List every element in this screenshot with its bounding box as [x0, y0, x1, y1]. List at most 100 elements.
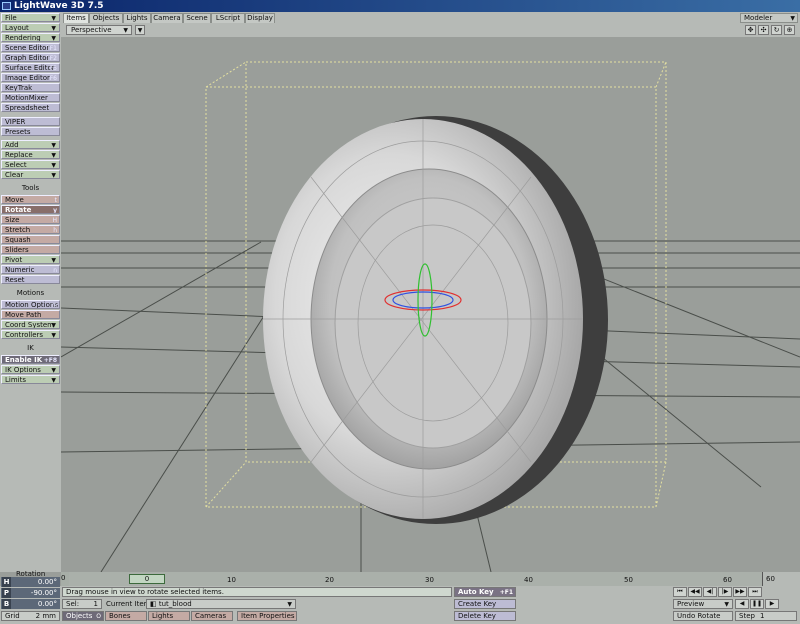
previous-frame-icon[interactable]: ◀| [703, 587, 717, 597]
presets-button[interactable]: Presets [1, 127, 60, 136]
next-key-icon[interactable]: ▶▶ [733, 587, 747, 597]
objects-mode-button[interactable]: Objects O [62, 611, 104, 621]
graph-editor-button[interactable]: Graph Editor ^F2 [1, 53, 60, 62]
heading-field[interactable]: H 0.00° [1, 577, 60, 587]
play-icon[interactable]: ▶ [765, 599, 779, 609]
keytrak-button[interactable]: KeyTrak [1, 83, 60, 92]
reset-button[interactable]: Reset [1, 275, 60, 284]
tab-objects[interactable]: Objects [89, 13, 123, 23]
auto-key-toggle[interactable]: Auto Key +F1 [454, 587, 516, 597]
size-tool[interactable]: Size H [1, 215, 60, 224]
motion-options-button[interactable]: Motion Options m [1, 300, 60, 309]
timeline-tick: 30 [425, 576, 434, 584]
chevron-down-icon: ▼ [123, 27, 128, 34]
rotate-view-icon[interactable]: ↻ [771, 25, 782, 35]
left-toolbar: File ▼ Layout ▼ Rendering ▼ Scene Editor ^F1… [0, 12, 61, 572]
coord-system-menu[interactable]: Coord System ▼ [1, 320, 60, 329]
sliders-button[interactable]: Sliders [1, 245, 60, 254]
pause-icon[interactable]: ❚❚ [750, 599, 764, 609]
scene-editor-button[interactable]: Scene Editor ^F1 [1, 43, 60, 52]
tab-camera[interactable]: Camera [151, 13, 183, 23]
chevron-down-icon: ▼ [51, 332, 56, 339]
chevron-down-icon: ▼ [137, 27, 143, 34]
chevron-down-icon: ▼ [51, 142, 56, 149]
motions-header: Motions [16, 289, 45, 297]
stretch-tool[interactable]: Stretch h [1, 225, 60, 234]
numeric-button[interactable]: Numeric n [1, 265, 60, 274]
chevron-down-icon: ▼ [287, 601, 292, 608]
pitch-field[interactable]: P -90.00° [1, 588, 60, 598]
tab-lights[interactable]: Lights [123, 13, 151, 23]
ik-options-menu[interactable]: IK Options ▼ [1, 365, 60, 374]
tab-bar: Items Objects Lights Camera Scene LScrip… [61, 12, 800, 23]
motionmixer-button[interactable]: MotionMixer [1, 93, 60, 102]
pivot-menu[interactable]: Pivot ▼ [1, 255, 60, 264]
preview-dropdown[interactable]: Preview ▼ [673, 599, 733, 609]
item-properties-button[interactable]: Item Properties [237, 611, 297, 621]
clear-menu[interactable]: Clear ▼ [1, 170, 60, 179]
zoom-view-icon[interactable]: ⊕ [784, 25, 795, 35]
perspective-viewport[interactable] [61, 37, 800, 572]
cameras-mode-button[interactable]: Cameras [191, 611, 233, 621]
bottom-panel: Rotation H 0.00° P -90.00° B 0.00° Grid … [0, 570, 800, 624]
modeler-dropdown[interactable]: Modeler ▼ [740, 13, 798, 23]
tab-lscript[interactable]: LScript [211, 13, 245, 23]
view-type-dropdown[interactable]: Perspective ▼ [66, 25, 132, 35]
previous-key-icon[interactable]: ◀◀ [688, 587, 702, 597]
timeline-tick: 20 [325, 576, 334, 584]
delete-key-button[interactable]: Delete Key [454, 611, 516, 621]
selection-count: Sel: 1 [62, 599, 102, 609]
timeline-tick: 40 [524, 576, 533, 584]
bank-field[interactable]: B 0.00° [1, 599, 60, 609]
current-item-dropdown[interactable]: ◧ tut_blood ▼ [146, 599, 296, 609]
move-path-button[interactable]: Move Path [1, 310, 60, 319]
move-tool[interactable]: Move t [1, 195, 60, 204]
chevron-down-icon: ▼ [51, 257, 56, 264]
controllers-menu[interactable]: Controllers ▼ [1, 330, 60, 339]
pan-view-icon[interactable]: ✣ [758, 25, 769, 35]
lights-mode-button[interactable]: Lights [148, 611, 190, 621]
tools-header: Tools [21, 184, 40, 192]
viewport-header: Perspective ▼ ▼ ✥ ✣ ↻ ⊕ [61, 23, 800, 37]
status-message: Drag mouse in view to rotate selected it… [62, 587, 452, 597]
enable-ik-button[interactable]: Enable IK +F8 [1, 355, 60, 364]
chevron-down-icon: ▼ [51, 172, 56, 179]
create-key-button[interactable]: Create Key [454, 599, 516, 609]
squash-tool[interactable]: Squash [1, 235, 60, 244]
rendering-menu[interactable]: Rendering ▼ [1, 33, 60, 42]
undo-button[interactable]: Undo Rotate [673, 611, 733, 621]
limits-menu[interactable]: Limits ▼ [1, 375, 60, 384]
tab-display[interactable]: Display [245, 13, 275, 23]
tab-items[interactable]: Items [63, 13, 89, 23]
end-frame-field[interactable]: 60 [762, 572, 800, 586]
move-view-icon[interactable]: ✥ [745, 25, 756, 35]
tab-scene[interactable]: Scene [183, 13, 211, 23]
timeline-tick: 60 [723, 576, 732, 584]
add-menu[interactable]: Add ▼ [1, 140, 60, 149]
surface-editor-button[interactable]: Surface Editor F5 [1, 63, 60, 72]
viper-button[interactable]: VIPER [1, 117, 60, 126]
rotate-tool[interactable]: Rotate y [1, 205, 60, 214]
replace-menu[interactable]: Replace ▼ [1, 150, 60, 159]
timeline-track[interactable]: 0 10 20 30 40 50 60 [69, 572, 762, 586]
select-menu[interactable]: Select ▼ [1, 160, 60, 169]
layout-menu[interactable]: Layout ▼ [1, 23, 60, 32]
file-menu[interactable]: File ▼ [1, 13, 60, 22]
play-reverse-icon[interactable]: ◀ [735, 599, 749, 609]
bones-mode-button[interactable]: Bones [105, 611, 147, 621]
timeline-tick: 10 [227, 576, 236, 584]
step-field[interactable]: Step 1 [735, 611, 797, 621]
current-item-label: Current Item [106, 600, 151, 608]
viewport-options-button[interactable]: ▼ [135, 25, 145, 35]
image-editor-button[interactable]: Image Editor F6 [1, 73, 60, 82]
chevron-down-icon: ▼ [724, 601, 729, 608]
frame-slider[interactable]: 0 [129, 574, 165, 584]
chevron-down-icon: ▼ [51, 25, 56, 32]
spreadsheet-button[interactable]: Spreadsheet [1, 103, 60, 112]
first-frame-icon[interactable]: ⏮ [673, 587, 687, 597]
lightwave-icon [2, 2, 11, 10]
grid-size-field[interactable]: Grid 2 mm [1, 611, 60, 621]
chevron-down-icon: ▼ [51, 377, 56, 384]
last-frame-icon[interactable]: ⏭ [748, 587, 762, 597]
next-frame-icon[interactable]: |▶ [718, 587, 732, 597]
